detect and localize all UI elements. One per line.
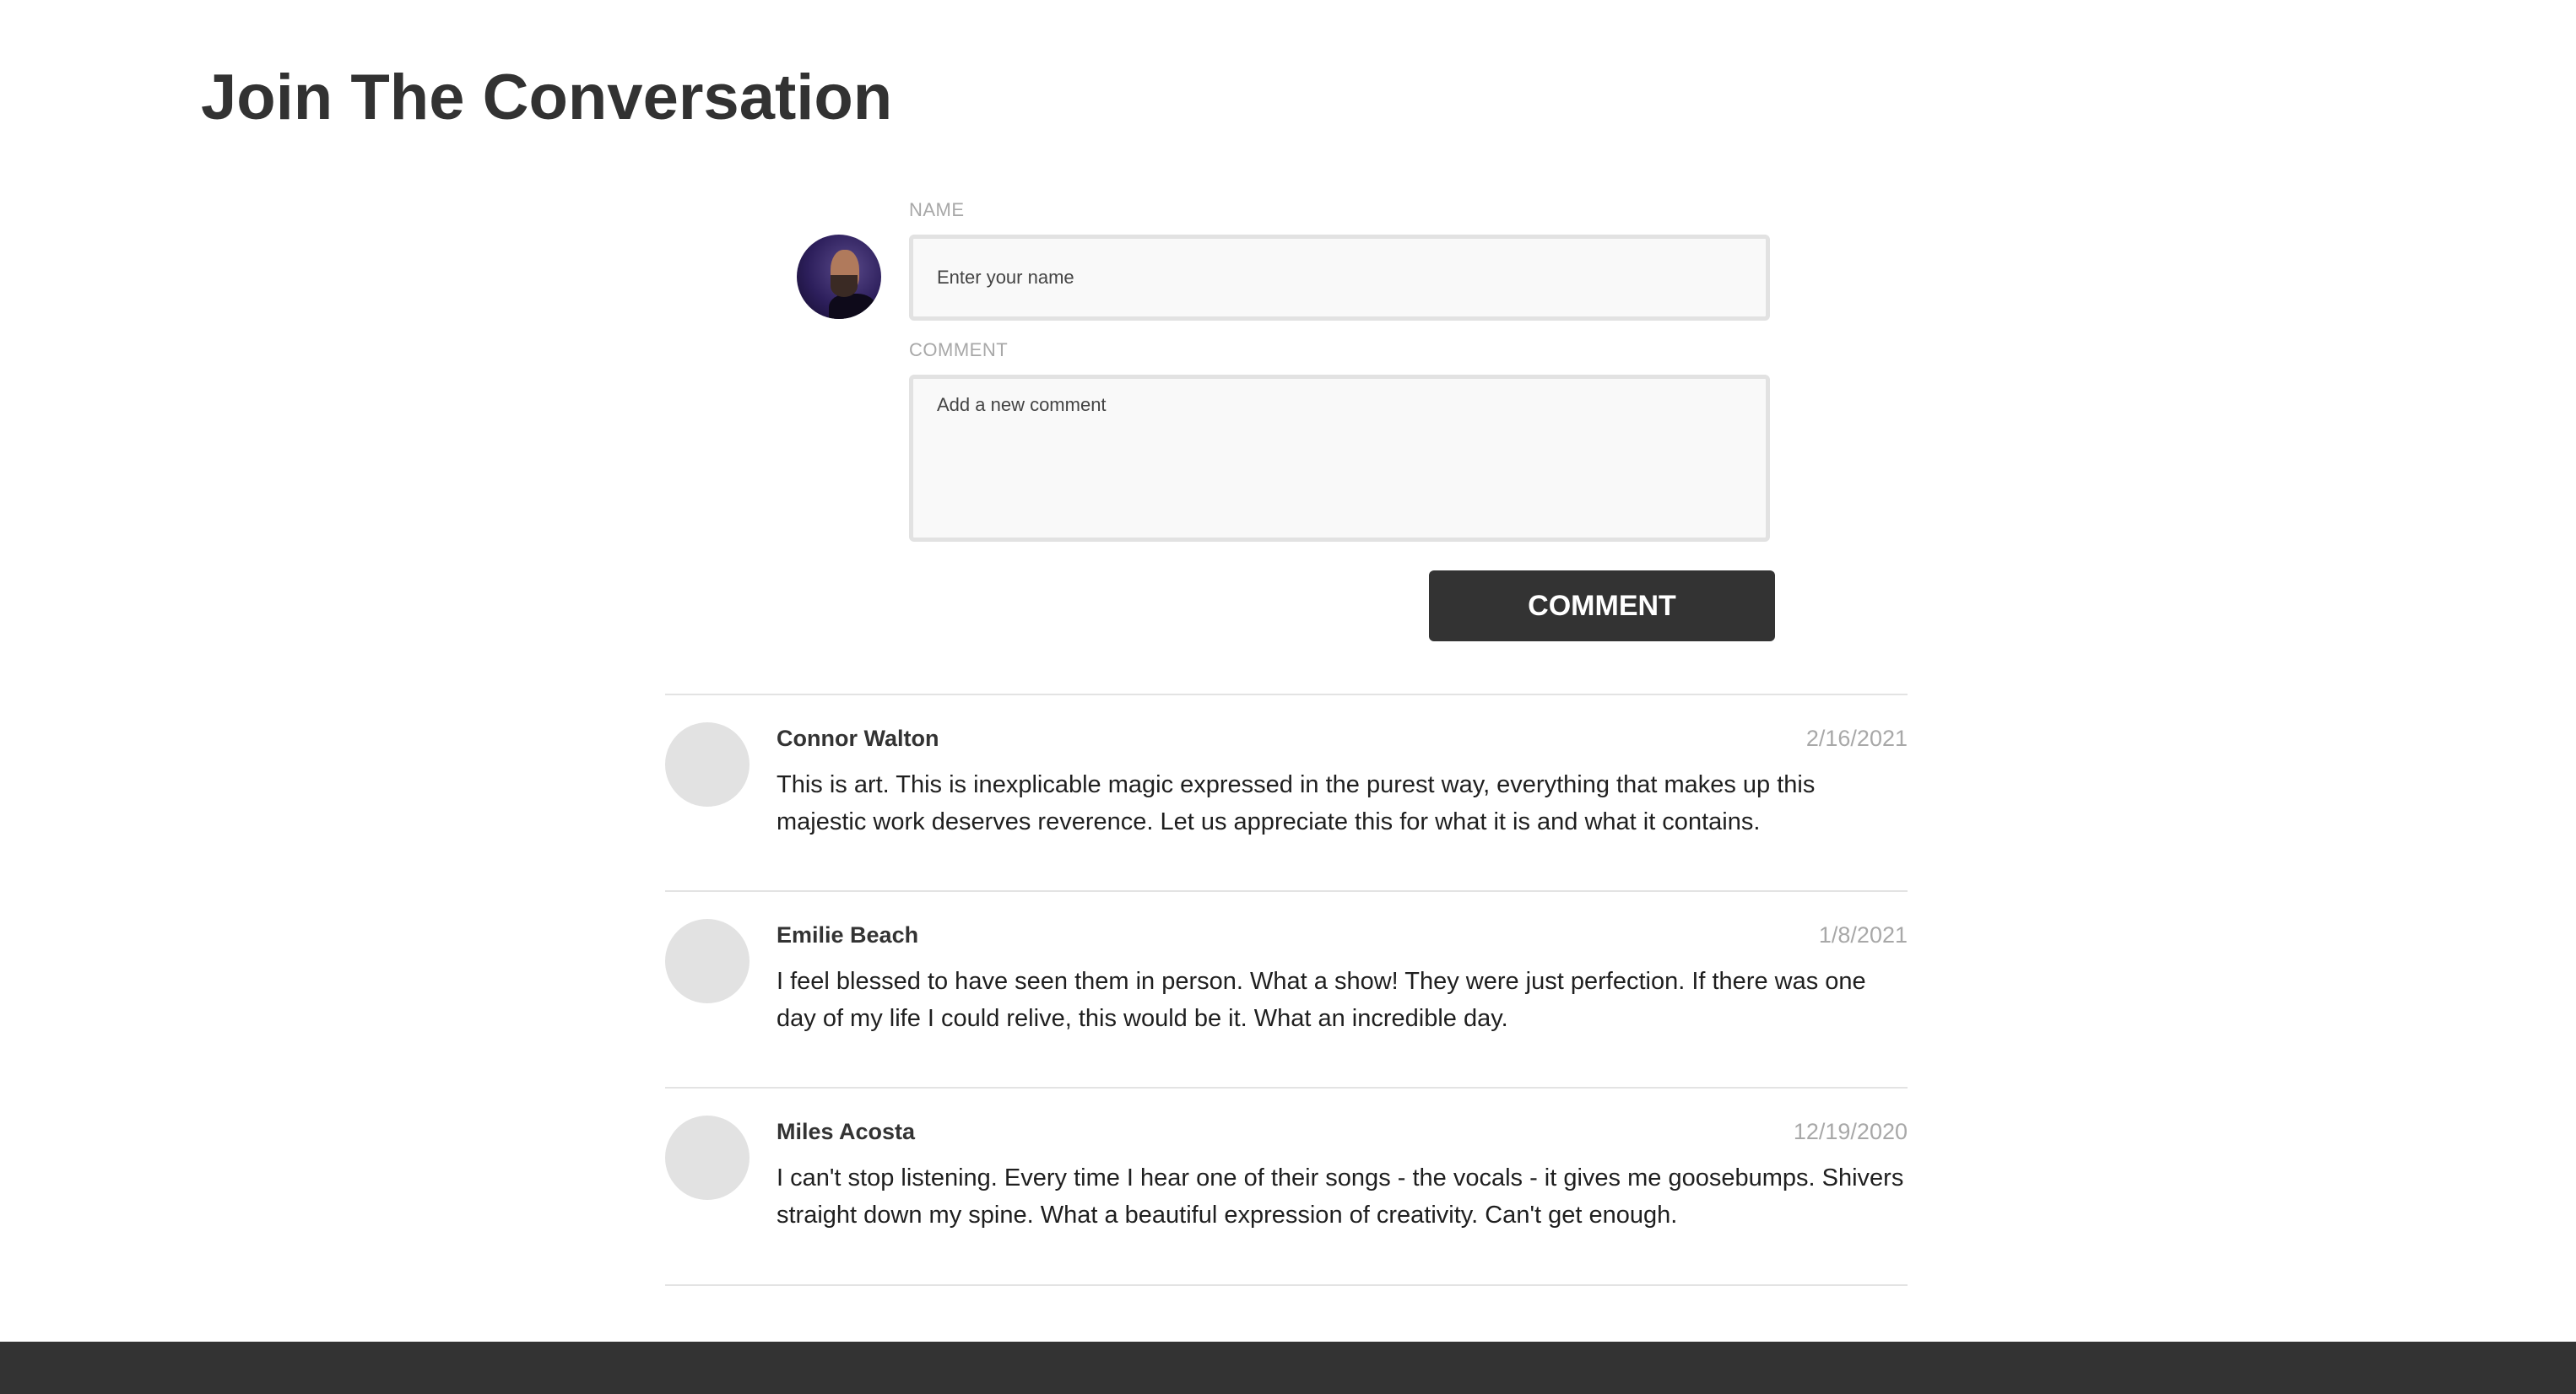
comment-textarea[interactable] [909, 375, 1770, 542]
current-user-avatar [797, 235, 881, 319]
comment-item: Miles Acosta 12/19/2020 I can't stop lis… [665, 1087, 1908, 1286]
comment-avatar [665, 919, 750, 1003]
comment-author: Connor Walton [777, 726, 939, 751]
comment-submit-button[interactable]: COMMENT [1429, 570, 1775, 641]
avatar-beard-shape [831, 275, 858, 297]
avatar-body-shape [829, 294, 876, 319]
comment-date: 2/16/2021 [1805, 726, 1908, 751]
comment-author: Emilie Beach [777, 922, 919, 948]
name-input[interactable] [909, 235, 1770, 321]
comment-text: I can't stop listening. Every time I hea… [777, 1164, 1904, 1229]
comment-item: Connor Walton 2/16/2021 This is art. Thi… [665, 694, 1908, 890]
comment-text: This is art. This is inexplicable magic … [777, 771, 1816, 835]
comment-author: Miles Acosta [777, 1119, 916, 1144]
comment-label: COMMENT [909, 339, 1009, 360]
comment-date: 1/8/2021 [1818, 922, 1908, 948]
page: Join The Conversation NAME COMMENT COMME… [0, 0, 2576, 1394]
comment-avatar [665, 1116, 750, 1200]
comment-list: Connor Walton 2/16/2021 This is art. Thi… [665, 694, 1908, 1286]
page-footer [0, 1342, 2576, 1394]
comment-date: 12/19/2020 [1793, 1119, 1908, 1144]
comment-text: I feel blessed to have seen them in pers… [777, 968, 1866, 1032]
name-label: NAME [909, 199, 965, 220]
comment-item: Emilie Beach 1/8/2021 I feel blessed to … [665, 890, 1908, 1087]
page-title: Join The Conversation [201, 62, 893, 133]
comment-avatar [665, 722, 750, 807]
